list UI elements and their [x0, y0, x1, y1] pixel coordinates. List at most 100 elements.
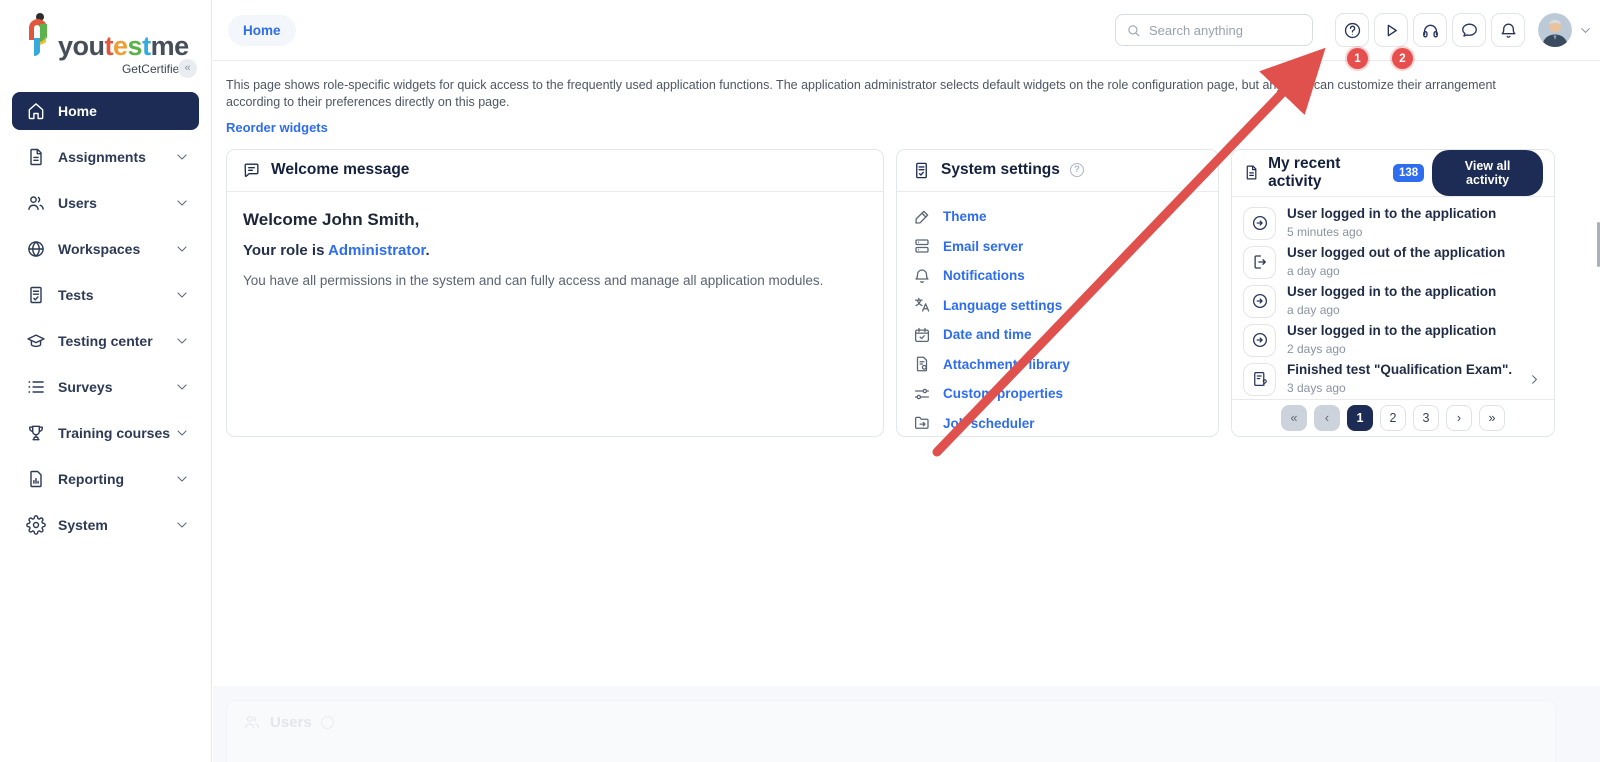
brand-name: youtestme	[58, 33, 189, 60]
user-menu[interactable]	[1538, 13, 1592, 47]
translate-icon	[913, 296, 931, 314]
settings-link-theme[interactable]: Theme	[913, 202, 1202, 232]
sidebar-item-assignments[interactable]: Assignments	[12, 138, 199, 176]
chevron-down-icon	[175, 426, 189, 440]
widget-title: Welcome message	[271, 161, 409, 179]
sidebar-item-workspaces[interactable]: Workspaces	[12, 230, 199, 268]
topbar: Home	[213, 0, 1600, 61]
support-button[interactable]	[1413, 13, 1447, 47]
pagination-page-1-button[interactable]: 1	[1347, 405, 1373, 431]
messages-button[interactable]	[1452, 13, 1486, 47]
settings-link-custom-properties[interactable]: Custom properties	[913, 379, 1202, 409]
activity-pagination: « ‹ 1 2 3 › »	[1232, 399, 1554, 436]
view-all-activity-button[interactable]: View all activity	[1432, 150, 1543, 196]
chevron-down-icon	[175, 288, 189, 302]
annotation-badge-1: 1	[1347, 48, 1368, 69]
sidebar-nav: Home Assignments Users Workspaces Tests …	[0, 86, 211, 544]
sidebar-item-tests[interactable]: Tests	[12, 276, 199, 314]
widget-title: System settings	[941, 161, 1060, 179]
pagination-first-button[interactable]: «	[1281, 405, 1307, 431]
clipboard-check-icon	[26, 285, 46, 305]
activity-count-badge: 138	[1393, 164, 1424, 182]
video-tutorials-button[interactable]	[1374, 13, 1408, 47]
chevron-down-icon	[175, 242, 189, 256]
activity-list-item[interactable]: Finished test "Qualification Exam".3 day…	[1243, 360, 1543, 399]
role-line: Your role is Administrator.	[243, 242, 867, 259]
bell-icon	[913, 267, 931, 285]
chevron-down-icon	[175, 380, 189, 394]
pagination-page-3-button[interactable]: 3	[1413, 405, 1439, 431]
brand-mark-icon	[26, 12, 52, 60]
chevron-down-icon	[175, 472, 189, 486]
sidebar-item-reporting[interactable]: Reporting	[12, 460, 199, 498]
settings-link-notifications[interactable]: Notifications	[913, 261, 1202, 291]
main-content: This page shows role-specific widgets fo…	[213, 61, 1600, 437]
logout-icon	[1251, 253, 1269, 271]
below-fold-area: Users	[213, 686, 1600, 762]
welcome-message-widget: Welcome message Welcome John Smith, Your…	[226, 149, 884, 437]
brand-logo: youtestme GetCertified «	[0, 0, 211, 76]
clipboard-check-icon	[912, 161, 931, 180]
chevron-down-icon	[175, 518, 189, 532]
sidebar-item-testing-center[interactable]: Testing center	[12, 322, 199, 360]
chevron-down-icon	[175, 150, 189, 164]
help-button[interactable]	[1335, 13, 1369, 47]
annotation-badge-2: 2	[1392, 48, 1413, 69]
settings-link-email-server[interactable]: Email server	[913, 231, 1202, 261]
help-icon	[1343, 21, 1362, 40]
sidebar-item-home[interactable]: Home	[12, 92, 199, 130]
sidebar-collapse-button[interactable]: «	[178, 59, 197, 78]
settings-link-attachments-library[interactable]: Attachments library	[913, 349, 1202, 379]
pagination-page-2-button[interactable]: 2	[1380, 405, 1406, 431]
welcome-body-text: You have all permissions in the system a…	[243, 273, 867, 288]
login-icon	[1251, 292, 1269, 310]
activity-list-item[interactable]: User logged in to the application2 days …	[1243, 321, 1543, 360]
notifications-button[interactable]	[1491, 13, 1525, 47]
sidebar-item-surveys[interactable]: Surveys	[12, 368, 199, 406]
pagination-prev-button[interactable]: ‹	[1314, 405, 1340, 431]
administrator-role-link[interactable]: Administrator	[328, 242, 426, 259]
attachment-document-icon	[913, 355, 931, 373]
sidebar-item-system[interactable]: System	[12, 506, 199, 544]
pagination-last-button[interactable]: »	[1479, 405, 1505, 431]
brush-icon	[913, 208, 931, 226]
trophy-icon	[26, 423, 46, 443]
sidebar-item-users[interactable]: Users	[12, 184, 199, 222]
system-settings-widget: System settings ? Theme Email server Not…	[896, 149, 1219, 437]
server-icon	[913, 237, 931, 255]
document-icon	[1243, 163, 1260, 182]
pagination-next-button[interactable]: ›	[1446, 405, 1472, 431]
bell-icon	[1499, 21, 1518, 40]
search-icon	[1126, 23, 1141, 38]
home-icon	[26, 101, 46, 121]
search-input[interactable]	[1149, 23, 1289, 38]
chevron-down-icon	[1579, 24, 1592, 37]
activity-list-item[interactable]: User logged in to the applicationa day a…	[1243, 282, 1543, 321]
settings-link-date-and-time[interactable]: Date and time	[913, 320, 1202, 350]
headphones-icon	[1421, 21, 1440, 40]
welcome-greeting: Welcome John Smith,	[243, 210, 867, 230]
page-description: This page shows role-specific widgets fo…	[226, 77, 1545, 111]
reorder-widgets-link[interactable]: Reorder widgets	[226, 120, 328, 135]
widgets-row: Welcome message Welcome John Smith, Your…	[226, 149, 1600, 437]
activity-list-item[interactable]: User logged out of the applicationa day …	[1243, 243, 1543, 282]
speech-bubble-icon	[242, 161, 261, 180]
report-icon	[26, 469, 46, 489]
play-icon	[1382, 21, 1401, 40]
activity-list-item[interactable]: User logged in to the application5 minut…	[1243, 204, 1543, 243]
sidebar-item-training-courses[interactable]: Training courses	[12, 414, 199, 452]
info-icon: ?	[1070, 163, 1084, 177]
brand-subtitle: GetCertified	[26, 62, 186, 76]
search-box	[1115, 14, 1313, 46]
ghost-users-widget: Users	[226, 700, 1556, 762]
users-icon	[26, 193, 46, 213]
widget-title: My recent activity	[1268, 155, 1385, 191]
gear-icon	[26, 515, 46, 535]
sidebar: youtestme GetCertified « Home Assignment…	[0, 0, 212, 762]
test-question-icon	[1251, 370, 1269, 388]
breadcrumb[interactable]: Home	[228, 15, 296, 46]
settings-link-job-scheduler[interactable]: Job scheduler	[913, 408, 1202, 438]
settings-link-language-settings[interactable]: Language settings	[913, 290, 1202, 320]
list-icon	[26, 377, 46, 397]
login-icon	[1251, 331, 1269, 349]
